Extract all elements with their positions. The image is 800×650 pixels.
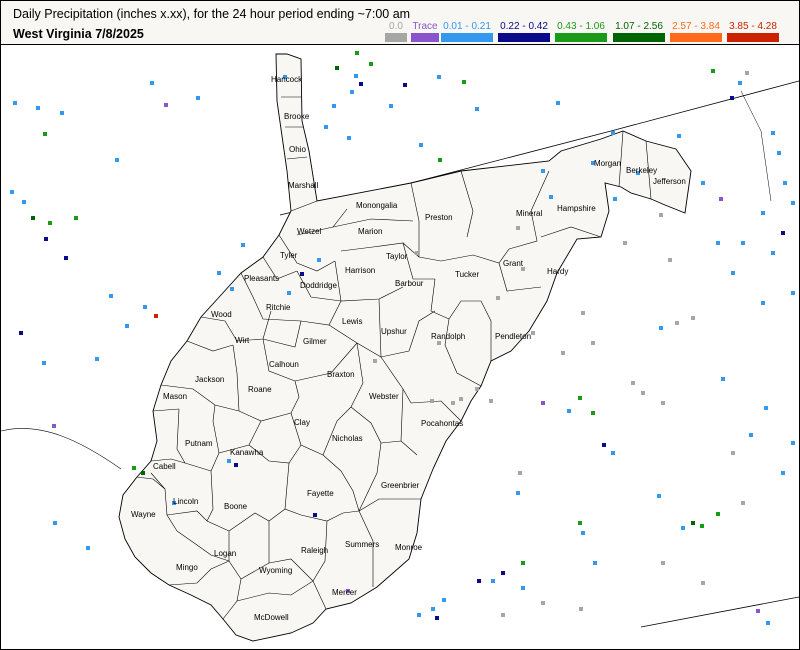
county-label: Grant xyxy=(503,259,524,268)
county-label: Calhoun xyxy=(269,360,299,369)
county-label: McDowell xyxy=(254,613,289,622)
county-label: Putnam xyxy=(185,439,213,448)
county-label: Doddridge xyxy=(300,281,337,290)
county-label: Lewis xyxy=(342,317,362,326)
county-label: Mercer xyxy=(332,588,357,597)
county-label: Greenbrier xyxy=(381,481,420,490)
county-label: Taylor xyxy=(386,252,408,261)
legend-label: Trace xyxy=(412,21,438,32)
county-label: Ohio xyxy=(289,145,306,154)
county-label: Marshall xyxy=(288,181,318,190)
county-label: Boone xyxy=(224,502,248,511)
legend-swatch xyxy=(670,33,722,42)
legend-swatch xyxy=(555,33,607,42)
map-header: Daily Precipitation (inches x.xx), for t… xyxy=(1,1,799,45)
county-label: Jackson xyxy=(195,375,224,384)
county-label: Logan xyxy=(214,549,236,558)
county-label: Cabell xyxy=(153,462,176,471)
legend-label: 0.01 - 0.21 xyxy=(443,21,491,32)
county-label: Wetzel xyxy=(297,227,322,236)
county-label: Upshur xyxy=(381,327,407,336)
county-label: Mingo xyxy=(176,563,198,572)
legend-item: 0.22 - 0.42 xyxy=(496,3,552,42)
county-label: Pleasants xyxy=(244,274,279,283)
wv-precip-map: Hancock Brooke Ohio Marshall Wetzel Mono… xyxy=(1,51,799,642)
west-virginia-outline xyxy=(118,53,692,642)
county-label: Morgan xyxy=(594,159,621,168)
legend-item: 1.07 - 2.56 xyxy=(611,3,667,42)
county-label: Fayette xyxy=(307,489,334,498)
legend-item: 0.01 - 0.21 xyxy=(439,3,495,42)
county-label: Tucker xyxy=(455,270,479,279)
va-boundary-line xyxy=(740,90,772,202)
county-label: Hampshire xyxy=(557,204,596,213)
county-label: Roane xyxy=(248,385,272,394)
legend-label: 0.0 xyxy=(389,21,403,32)
county-label: Berkeley xyxy=(626,166,657,175)
county-label: Tyler xyxy=(280,251,298,260)
county-label: Monroe xyxy=(395,543,423,552)
county-label: Barbour xyxy=(395,279,424,288)
legend-swatch xyxy=(613,33,665,42)
map-frame: Daily Precipitation (inches x.xx), for t… xyxy=(0,0,800,650)
county-label: Nicholas xyxy=(332,434,363,443)
md-va-border-line xyxy=(640,596,799,628)
legend-item: 3.85 - 4.28 xyxy=(725,3,781,42)
county-label: Gilmer xyxy=(303,337,327,346)
legend-label: 0.43 - 1.06 xyxy=(557,21,605,32)
legend-label: 1.07 - 2.56 xyxy=(615,21,663,32)
county-label: Preston xyxy=(425,213,453,222)
county-label: Pendleton xyxy=(495,332,531,341)
map-title: Daily Precipitation (inches x.xx), for t… xyxy=(13,7,411,21)
legend-item: Trace xyxy=(409,3,441,42)
county-label: Raleigh xyxy=(301,546,328,555)
county-label: Marion xyxy=(358,227,382,236)
county-label: Wood xyxy=(211,310,232,319)
county-label: Webster xyxy=(369,392,399,401)
legend-swatch xyxy=(498,33,550,42)
legend-item: 0.0 xyxy=(383,3,409,42)
ohio-river-line xyxy=(1,428,122,470)
legend-swatch xyxy=(411,33,439,42)
county-label: Kanawha xyxy=(230,448,264,457)
map-subtitle: West Virginia 7/8/2025 xyxy=(13,27,144,41)
precip-legend: 0.0 Trace 0.01 - 0.21 0.22 - 0.42 0.43 - 1.0… xyxy=(383,3,783,42)
legend-swatch xyxy=(441,33,493,42)
county-label: Brooke xyxy=(284,112,310,121)
legend-item: 0.43 - 1.06 xyxy=(553,3,609,42)
county-label: Wirt xyxy=(235,336,250,345)
county-label: Summers xyxy=(345,540,379,549)
county-label: Randolph xyxy=(431,332,465,341)
county-label: Clay xyxy=(294,418,310,427)
county-label: Hardy xyxy=(547,267,568,276)
legend-label: 0.22 - 0.42 xyxy=(500,21,548,32)
county-label: Lincoln xyxy=(173,497,198,506)
county-label: Pocahontas xyxy=(421,419,463,428)
county-label: Harrison xyxy=(345,266,375,275)
legend-item: 2.57 - 3.84 xyxy=(668,3,724,42)
county-label: Wayne xyxy=(131,510,156,519)
legend-label: 3.85 - 4.28 xyxy=(729,21,777,32)
county-label: Braxton xyxy=(327,370,355,379)
legend-swatch xyxy=(385,33,407,42)
county-label: Monongalia xyxy=(356,201,398,210)
county-label: Hancock xyxy=(271,75,303,84)
county-label: Wyoming xyxy=(259,566,292,575)
county-label: Jefferson xyxy=(653,177,686,186)
legend-swatch xyxy=(727,33,779,42)
legend-label: 2.57 - 3.84 xyxy=(672,21,720,32)
county-label: Mineral xyxy=(516,209,542,218)
county-label: Ritchie xyxy=(266,303,291,312)
county-label: Mason xyxy=(163,392,187,401)
